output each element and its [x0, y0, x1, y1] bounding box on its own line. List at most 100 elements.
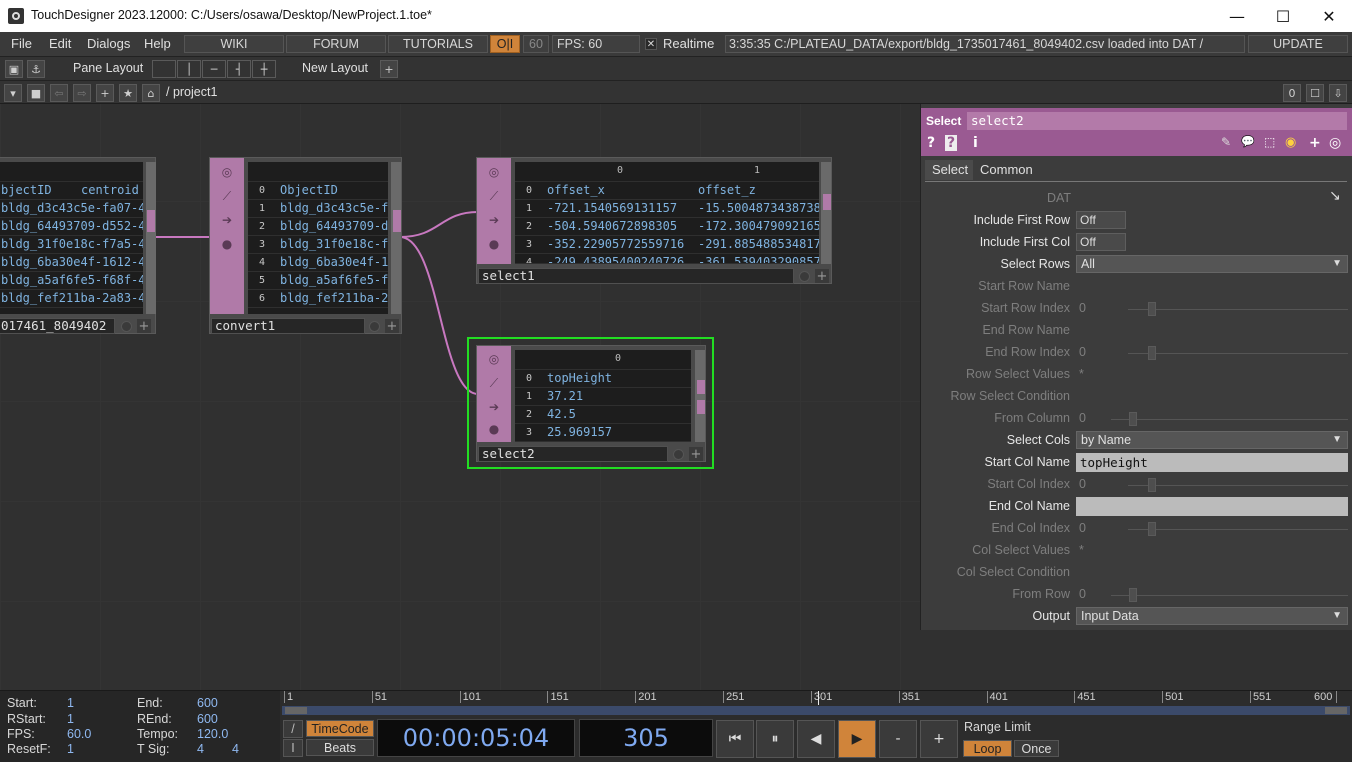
tab-common[interactable]: Common: [980, 162, 1033, 177]
select1-bypass-icon[interactable]: ⟋: [485, 187, 503, 205]
minimize-button[interactable]: —: [1214, 0, 1260, 32]
pane-download-arrow-icon[interactable]: ⇩: [1329, 84, 1347, 102]
select1-name[interactable]: select1: [478, 268, 794, 284]
fps-limit-box[interactable]: 60: [523, 35, 549, 53]
layout-split-vertical-icon[interactable]: │: [177, 60, 201, 78]
playhead[interactable]: [817, 691, 819, 705]
include-first-col-toggle[interactable]: Off: [1076, 233, 1126, 251]
tempo-value[interactable]: 120.0: [197, 727, 228, 741]
file-dat-plus-icon[interactable]: +: [137, 319, 151, 334]
wiki-button[interactable]: WIKI: [184, 35, 284, 53]
output-menu[interactable]: Input Data ▼: [1076, 607, 1348, 625]
convert1-scrollbar[interactable]: [391, 162, 401, 314]
file-dat-viewer-flag[interactable]: [121, 321, 132, 332]
new-layout-plus-button[interactable]: +: [380, 60, 398, 78]
info-icon[interactable]: i: [973, 135, 978, 151]
convert1-cook-icon[interactable]: ➔: [218, 211, 236, 229]
maximize-button[interactable]: ☐: [1260, 0, 1306, 32]
bookmark-star-icon[interactable]: ★: [119, 84, 137, 102]
pane-type-icon[interactable]: ▣: [5, 60, 23, 78]
rend-value[interactable]: 600: [197, 712, 218, 726]
start-col-index-slider[interactable]: [1128, 485, 1348, 486]
add-operator-plus-icon[interactable]: +: [96, 84, 114, 102]
layout-single-icon[interactable]: [152, 60, 176, 78]
stop-icon[interactable]: ■: [27, 84, 45, 102]
end-col-index-knob[interactable]: [1148, 522, 1156, 536]
fps-value[interactable]: 60.0: [67, 727, 91, 741]
comment-pencil-icon[interactable]: ✎: [1221, 135, 1231, 149]
comment-bubble-icon[interactable]: 💬: [1241, 135, 1255, 148]
select2-input-connector[interactable]: [477, 394, 487, 400]
network-path[interactable]: / project1: [166, 85, 217, 99]
start-col-index-value[interactable]: 0: [1079, 477, 1086, 491]
from-row-knob[interactable]: [1129, 588, 1137, 602]
network-editor[interactable]: bjectID centroid bldg_d3c43c5e-fa07-4 bl…: [0, 104, 920, 690]
menu-edit[interactable]: Edit: [49, 36, 71, 51]
select2-cook-icon[interactable]: ➔: [485, 398, 503, 416]
add-parameter-plus-icon[interactable]: +: [1309, 135, 1321, 151]
timeline-bar-button[interactable]: I: [283, 739, 303, 757]
end-row-index-slider[interactable]: [1128, 353, 1348, 354]
step-back-button[interactable]: -: [879, 720, 917, 758]
convert1-input-connector[interactable]: [210, 234, 220, 240]
select1-plus-icon[interactable]: +: [815, 269, 829, 284]
select2-node[interactable]: ◎ ⟋ ➔ ● 0 0 topHeight 1 37.21 2 42.5 3 25.96…: [476, 345, 706, 462]
menu-file[interactable]: File: [11, 36, 32, 51]
back-arrow-icon[interactable]: ⇦: [50, 84, 68, 102]
select1-scrollbar[interactable]: [821, 162, 831, 264]
select1-viewer-icon[interactable]: ◎: [485, 163, 503, 181]
home-icon[interactable]: ⌂: [142, 84, 160, 102]
file-dat-scrollbar[interactable]: [146, 162, 156, 314]
select2-bypass-icon[interactable]: ⟋: [485, 374, 503, 392]
forward-arrow-icon[interactable]: ⇨: [73, 84, 91, 102]
network-editor-lower-right[interactable]: [920, 630, 1352, 690]
end-row-index-value[interactable]: 0: [1079, 345, 1086, 359]
select1-cook-icon[interactable]: ➔: [485, 211, 503, 229]
pane-menu-chevron-down-icon[interactable]: ▾: [4, 84, 22, 102]
row-select-values-value[interactable]: *: [1079, 367, 1084, 381]
range-end-handle[interactable]: [1325, 707, 1347, 714]
realtime-checkbox[interactable]: ✕: [645, 38, 657, 50]
end-row-index-knob[interactable]: [1148, 346, 1156, 360]
layout-four-icon[interactable]: ┼: [252, 60, 276, 78]
update-button[interactable]: UPDATE: [1248, 35, 1348, 53]
from-row-slider[interactable]: [1111, 595, 1348, 596]
frame-display[interactable]: 305: [579, 719, 713, 757]
col-select-values-value[interactable]: *: [1079, 543, 1084, 557]
python-help-icon[interactable]: ?: [945, 135, 958, 151]
loop-button[interactable]: Loop: [963, 740, 1012, 757]
convert1-output-connector[interactable]: [393, 210, 401, 232]
select1-node[interactable]: ◎ ⟋ ➔ ● 0 1 0 offset_x offset_z 1 -721.1540…: [476, 157, 832, 284]
range-start-handle[interactable]: [285, 707, 307, 714]
select1-input-connector[interactable]: [477, 210, 487, 216]
tutorials-button[interactable]: TUTORIALS: [388, 35, 488, 53]
select-rows-menu[interactable]: All ▼: [1076, 255, 1348, 273]
from-column-value[interactable]: 0: [1079, 411, 1086, 425]
timecode-display[interactable]: 00:00:05:04: [377, 719, 575, 757]
file-dat-output-connector[interactable]: [147, 210, 155, 232]
convert1-lock-icon[interactable]: ●: [218, 235, 236, 253]
select1-viewer-flag[interactable]: [799, 271, 810, 282]
help-icon[interactable]: ?: [927, 135, 935, 151]
play-forward-icon[interactable]: ▶: [838, 720, 876, 758]
maximize-pane-icon[interactable]: ☐: [1306, 84, 1324, 102]
end-col-name-field[interactable]: [1076, 497, 1348, 516]
select-cols-menu[interactable]: by Name ▼: [1076, 431, 1348, 449]
oi-button[interactable]: O|I: [490, 35, 520, 53]
start-col-name-field[interactable]: topHeight: [1076, 453, 1348, 472]
end-col-index-value[interactable]: 0: [1079, 521, 1086, 535]
menu-dialogs[interactable]: Dialogs: [87, 36, 130, 51]
start-col-index-knob[interactable]: [1148, 478, 1156, 492]
file-dat-name[interactable]: 017461_8049402: [0, 318, 115, 334]
start-row-index-value[interactable]: 0: [1079, 301, 1086, 315]
select2-output-connector[interactable]: [697, 380, 705, 394]
layout-split-horizontal-icon[interactable]: ─: [202, 60, 226, 78]
convert1-name[interactable]: convert1: [211, 318, 365, 334]
select2-viewer-flag[interactable]: [673, 449, 684, 460]
tsig-numerator[interactable]: 4: [197, 742, 204, 756]
convert1-node[interactable]: ◎ ⟋ ➔ ● 0 ObjectID 1 bldg_d3c43c5e-f 2 bldg…: [209, 157, 402, 334]
from-row-value[interactable]: 0: [1079, 587, 1086, 601]
menu-help[interactable]: Help: [144, 36, 171, 51]
timeline-ruler[interactable]: 1 51 101 151 201 251 301 351 401 451 501 551 600: [282, 691, 1350, 705]
resetf-value[interactable]: 1: [67, 742, 74, 756]
